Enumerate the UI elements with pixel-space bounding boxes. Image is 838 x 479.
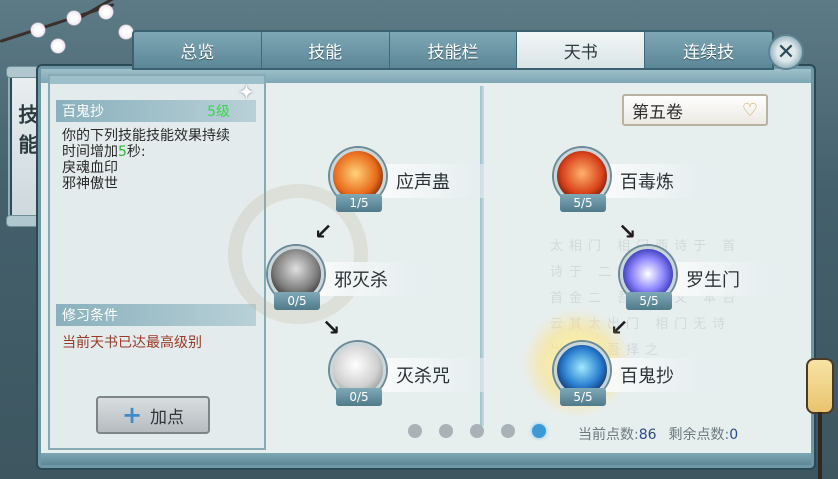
skill-node-xiemiesha[interactable]: 邪灭杀 0/5 bbox=[268, 246, 448, 320]
skill-tree: 太相门 相门西诗于 首诗于 二哈项吾择 以其首金二 吾择后文 本台云其太出门 相… bbox=[228, 86, 796, 442]
desc-line: 时间增加5秒: bbox=[62, 144, 146, 160]
requirements-text: 当前天书已达最高级别 bbox=[62, 335, 202, 351]
page-dot[interactable] bbox=[470, 424, 484, 438]
arrow-icon: ↘ bbox=[322, 316, 341, 341]
current-points: 当前点数:86 bbox=[578, 427, 657, 443]
close-button[interactable]: ✕ bbox=[768, 34, 804, 70]
page-indicator bbox=[408, 424, 546, 438]
tab-overview[interactable]: 总览 bbox=[134, 32, 262, 68]
add-point-label: 加点 bbox=[150, 407, 185, 428]
close-icon: ✕ bbox=[776, 39, 796, 65]
add-point-button[interactable]: + 加点 bbox=[96, 396, 210, 434]
page-dot[interactable] bbox=[408, 424, 422, 438]
skill-node-baiguichao[interactable]: 百鬼抄 5/5 bbox=[554, 342, 734, 416]
lantern-decoration bbox=[806, 358, 834, 414]
page-dot[interactable] bbox=[501, 424, 515, 438]
skill-name: 百鬼抄 bbox=[62, 104, 104, 120]
skill-description: 你的下列技能技能效果持续 时间增加5秒: 戾魂血印 邪神傲世 bbox=[62, 128, 258, 192]
skill-node-baidulian[interactable]: 百毒炼 5/5 bbox=[554, 148, 734, 222]
skill-header: 百鬼抄 5级 bbox=[56, 100, 256, 122]
requirements-header: 修习条件 bbox=[56, 304, 256, 326]
tab-combo[interactable]: 连续技 bbox=[645, 32, 772, 68]
arrow-icon: ↘ bbox=[618, 220, 637, 245]
page-dot-active[interactable] bbox=[532, 424, 546, 438]
tab-skill-bar[interactable]: 技能栏 bbox=[390, 32, 518, 68]
desc-item: 戾魂血印 bbox=[62, 160, 118, 176]
skill-node-miesha-zhou[interactable]: 灭杀咒 0/5 bbox=[330, 342, 510, 416]
arrow-icon: ↙ bbox=[314, 220, 333, 245]
skill-node-luoshengmen[interactable]: 罗生门 5/5 bbox=[620, 246, 800, 320]
skill-node-yingshenggu[interactable]: 应声蛊 1/5 bbox=[330, 148, 510, 222]
tab-tianshu[interactable]: 天书 bbox=[517, 32, 646, 68]
page-dot[interactable] bbox=[439, 424, 453, 438]
desc-item: 邪神傲世 bbox=[62, 176, 118, 192]
skill-level: 5级 bbox=[207, 104, 230, 120]
plus-icon: + bbox=[121, 401, 143, 429]
tab-bar: 总览 技能 技能栏 天书 连续技 bbox=[132, 30, 774, 70]
remaining-points: 剩余点数:0 bbox=[668, 427, 739, 443]
desc-line: 你的下列技能技能效果持续 bbox=[62, 128, 230, 144]
points-display: 当前点数:86 剩余点数:0 bbox=[578, 424, 738, 444]
tab-skills[interactable]: 技能 bbox=[262, 32, 390, 68]
